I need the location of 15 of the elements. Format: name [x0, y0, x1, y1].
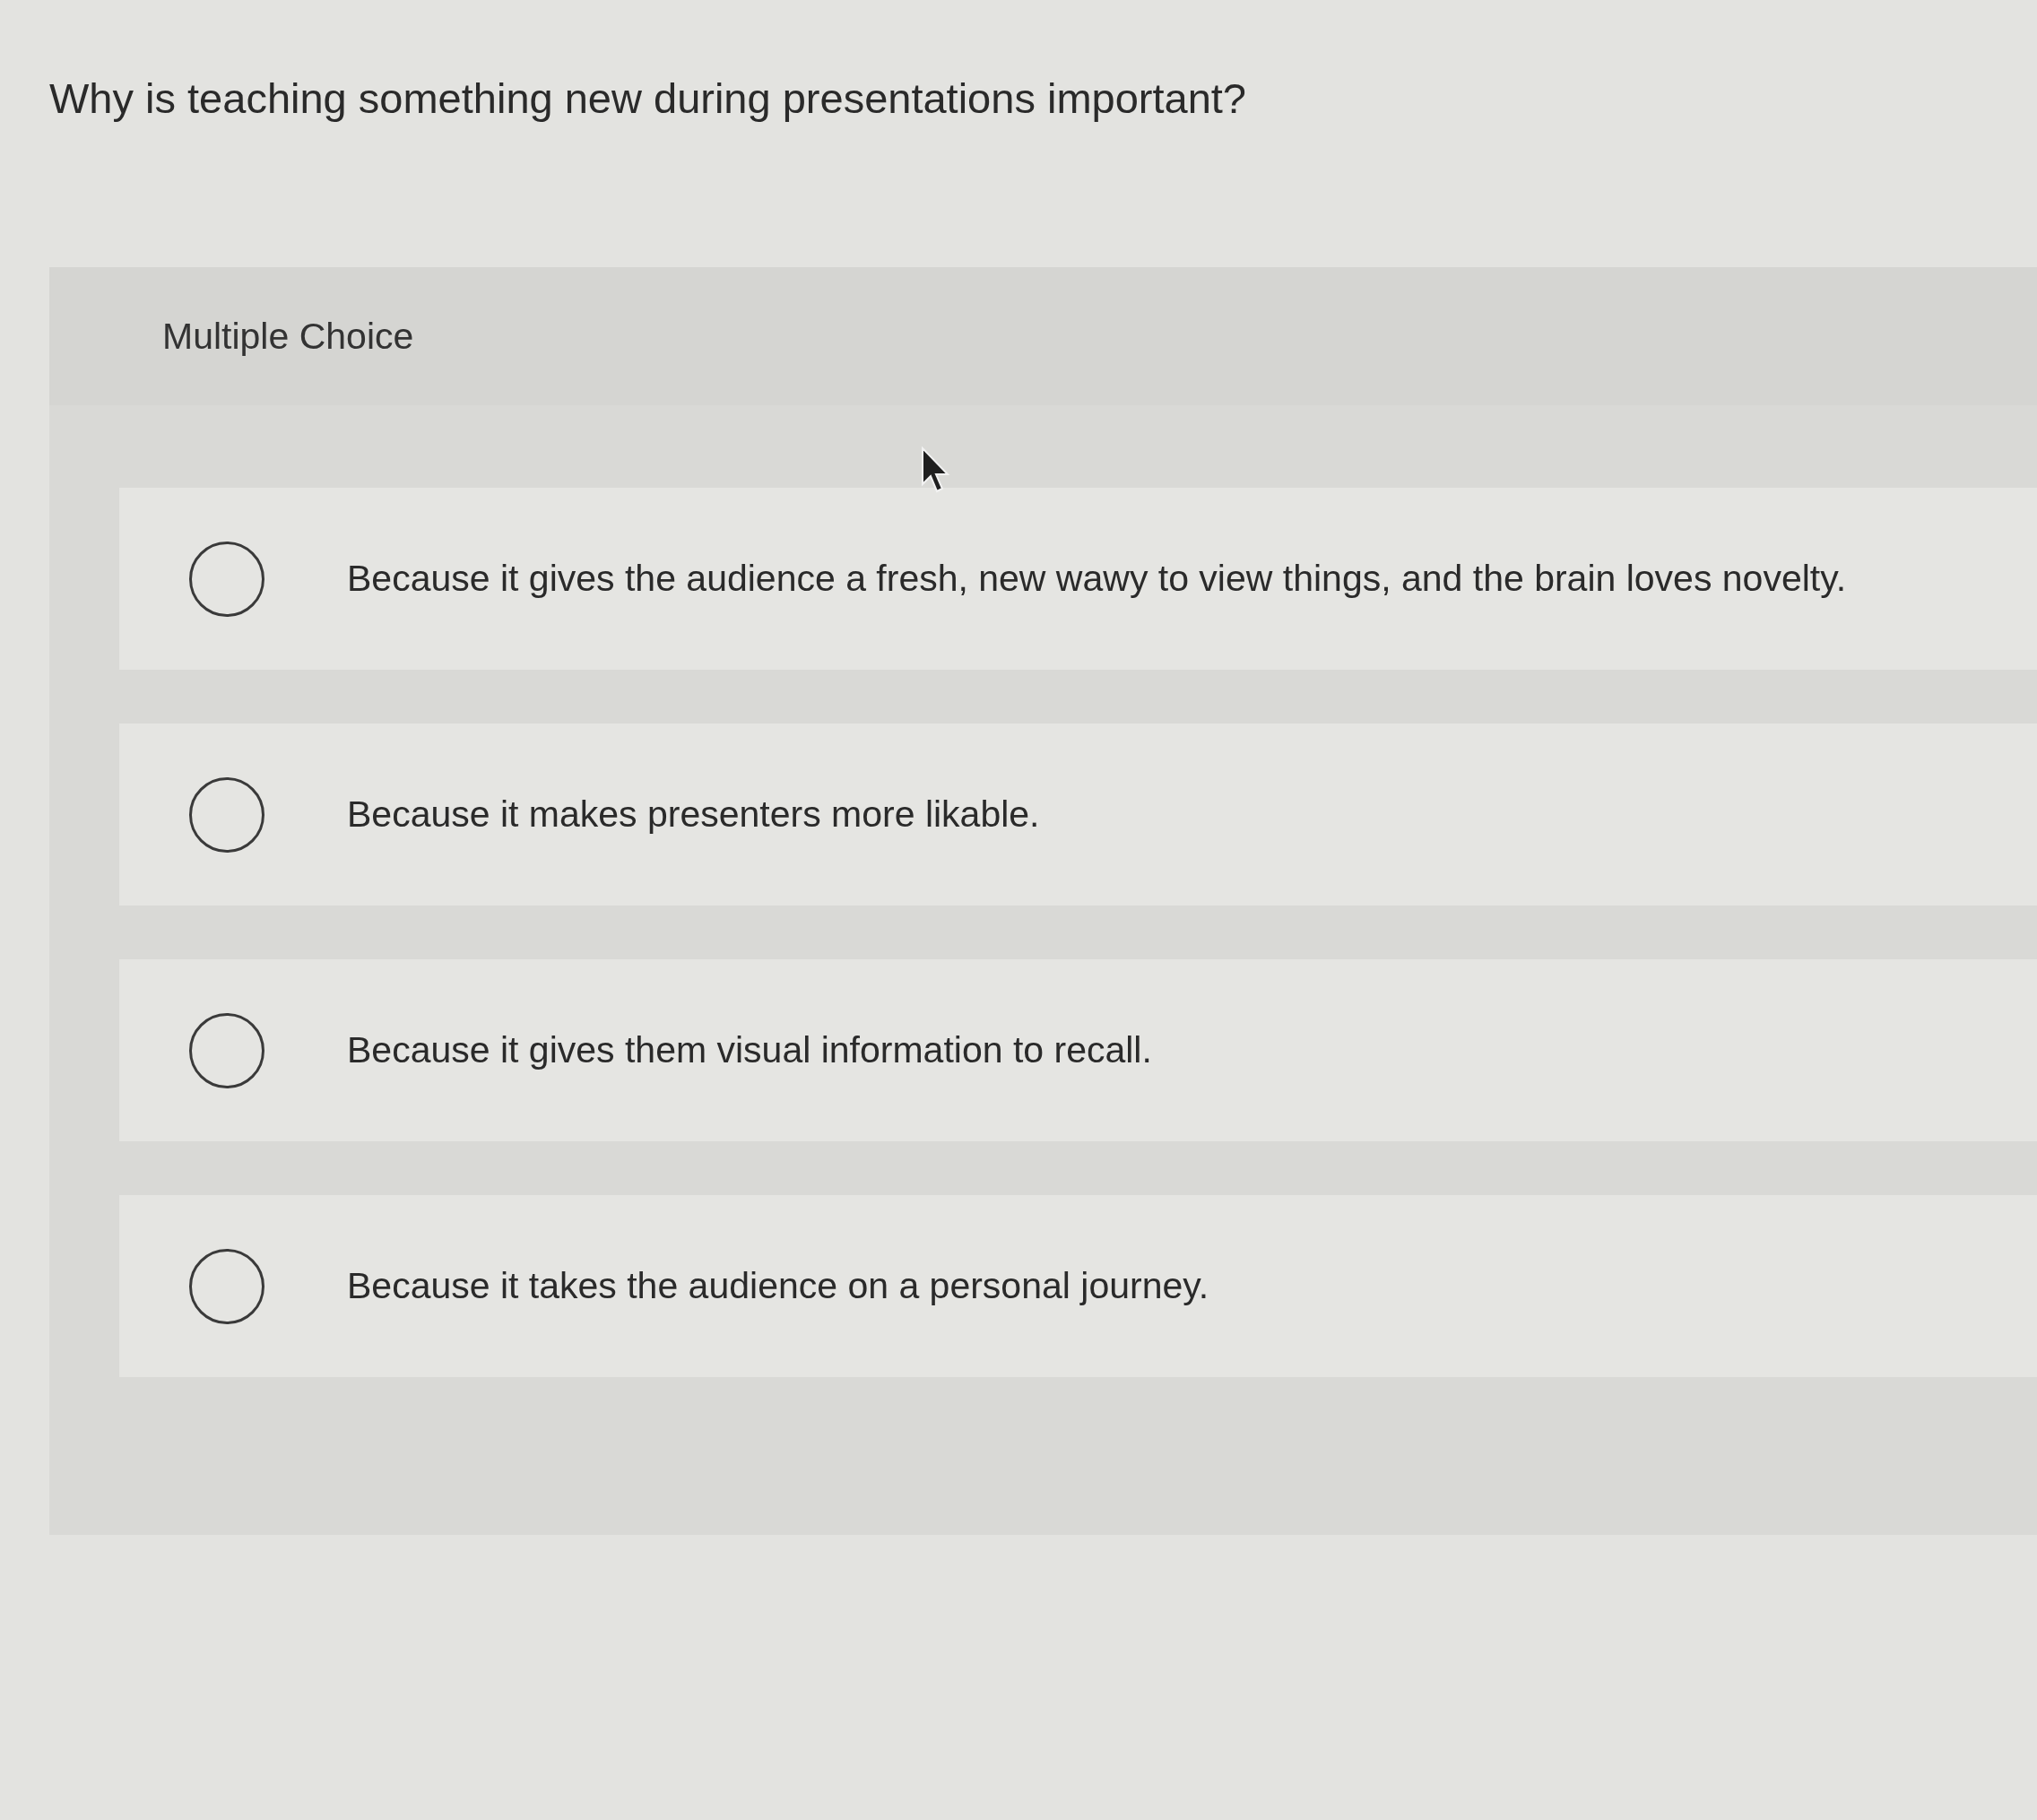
radio-button[interactable]: [189, 1248, 264, 1324]
question-text: Why is teaching something new during presentations important?: [49, 74, 1246, 124]
answer-text: Because it gives them visual information to recall.: [347, 1029, 1152, 1071]
radio-button[interactable]: [189, 541, 264, 617]
radio-button[interactable]: [189, 1012, 264, 1088]
question-type-label: Multiple Choice: [162, 315, 414, 358]
radio-button[interactable]: [189, 776, 264, 853]
answer-option[interactable]: Because it makes presenters more likable.: [119, 724, 2037, 906]
answer-option[interactable]: Because it takes the audience on a personal journey.: [119, 1195, 2037, 1377]
answer-option[interactable]: Because it gives them visual information to recall.: [119, 959, 2037, 1141]
answer-text: Because it makes presenters more likable.: [347, 793, 1040, 836]
mouse-pointer-icon: [921, 446, 951, 493]
answer-option[interactable]: Because it gives the audience a fresh, new wawy to view things, and the brain loves novelty.: [119, 488, 2037, 670]
answer-text: Because it gives the audience a fresh, new wawy to view things, and the brain loves novelty.: [347, 558, 1847, 600]
answer-text: Because it takes the audience on a personal journey.: [347, 1265, 1209, 1307]
